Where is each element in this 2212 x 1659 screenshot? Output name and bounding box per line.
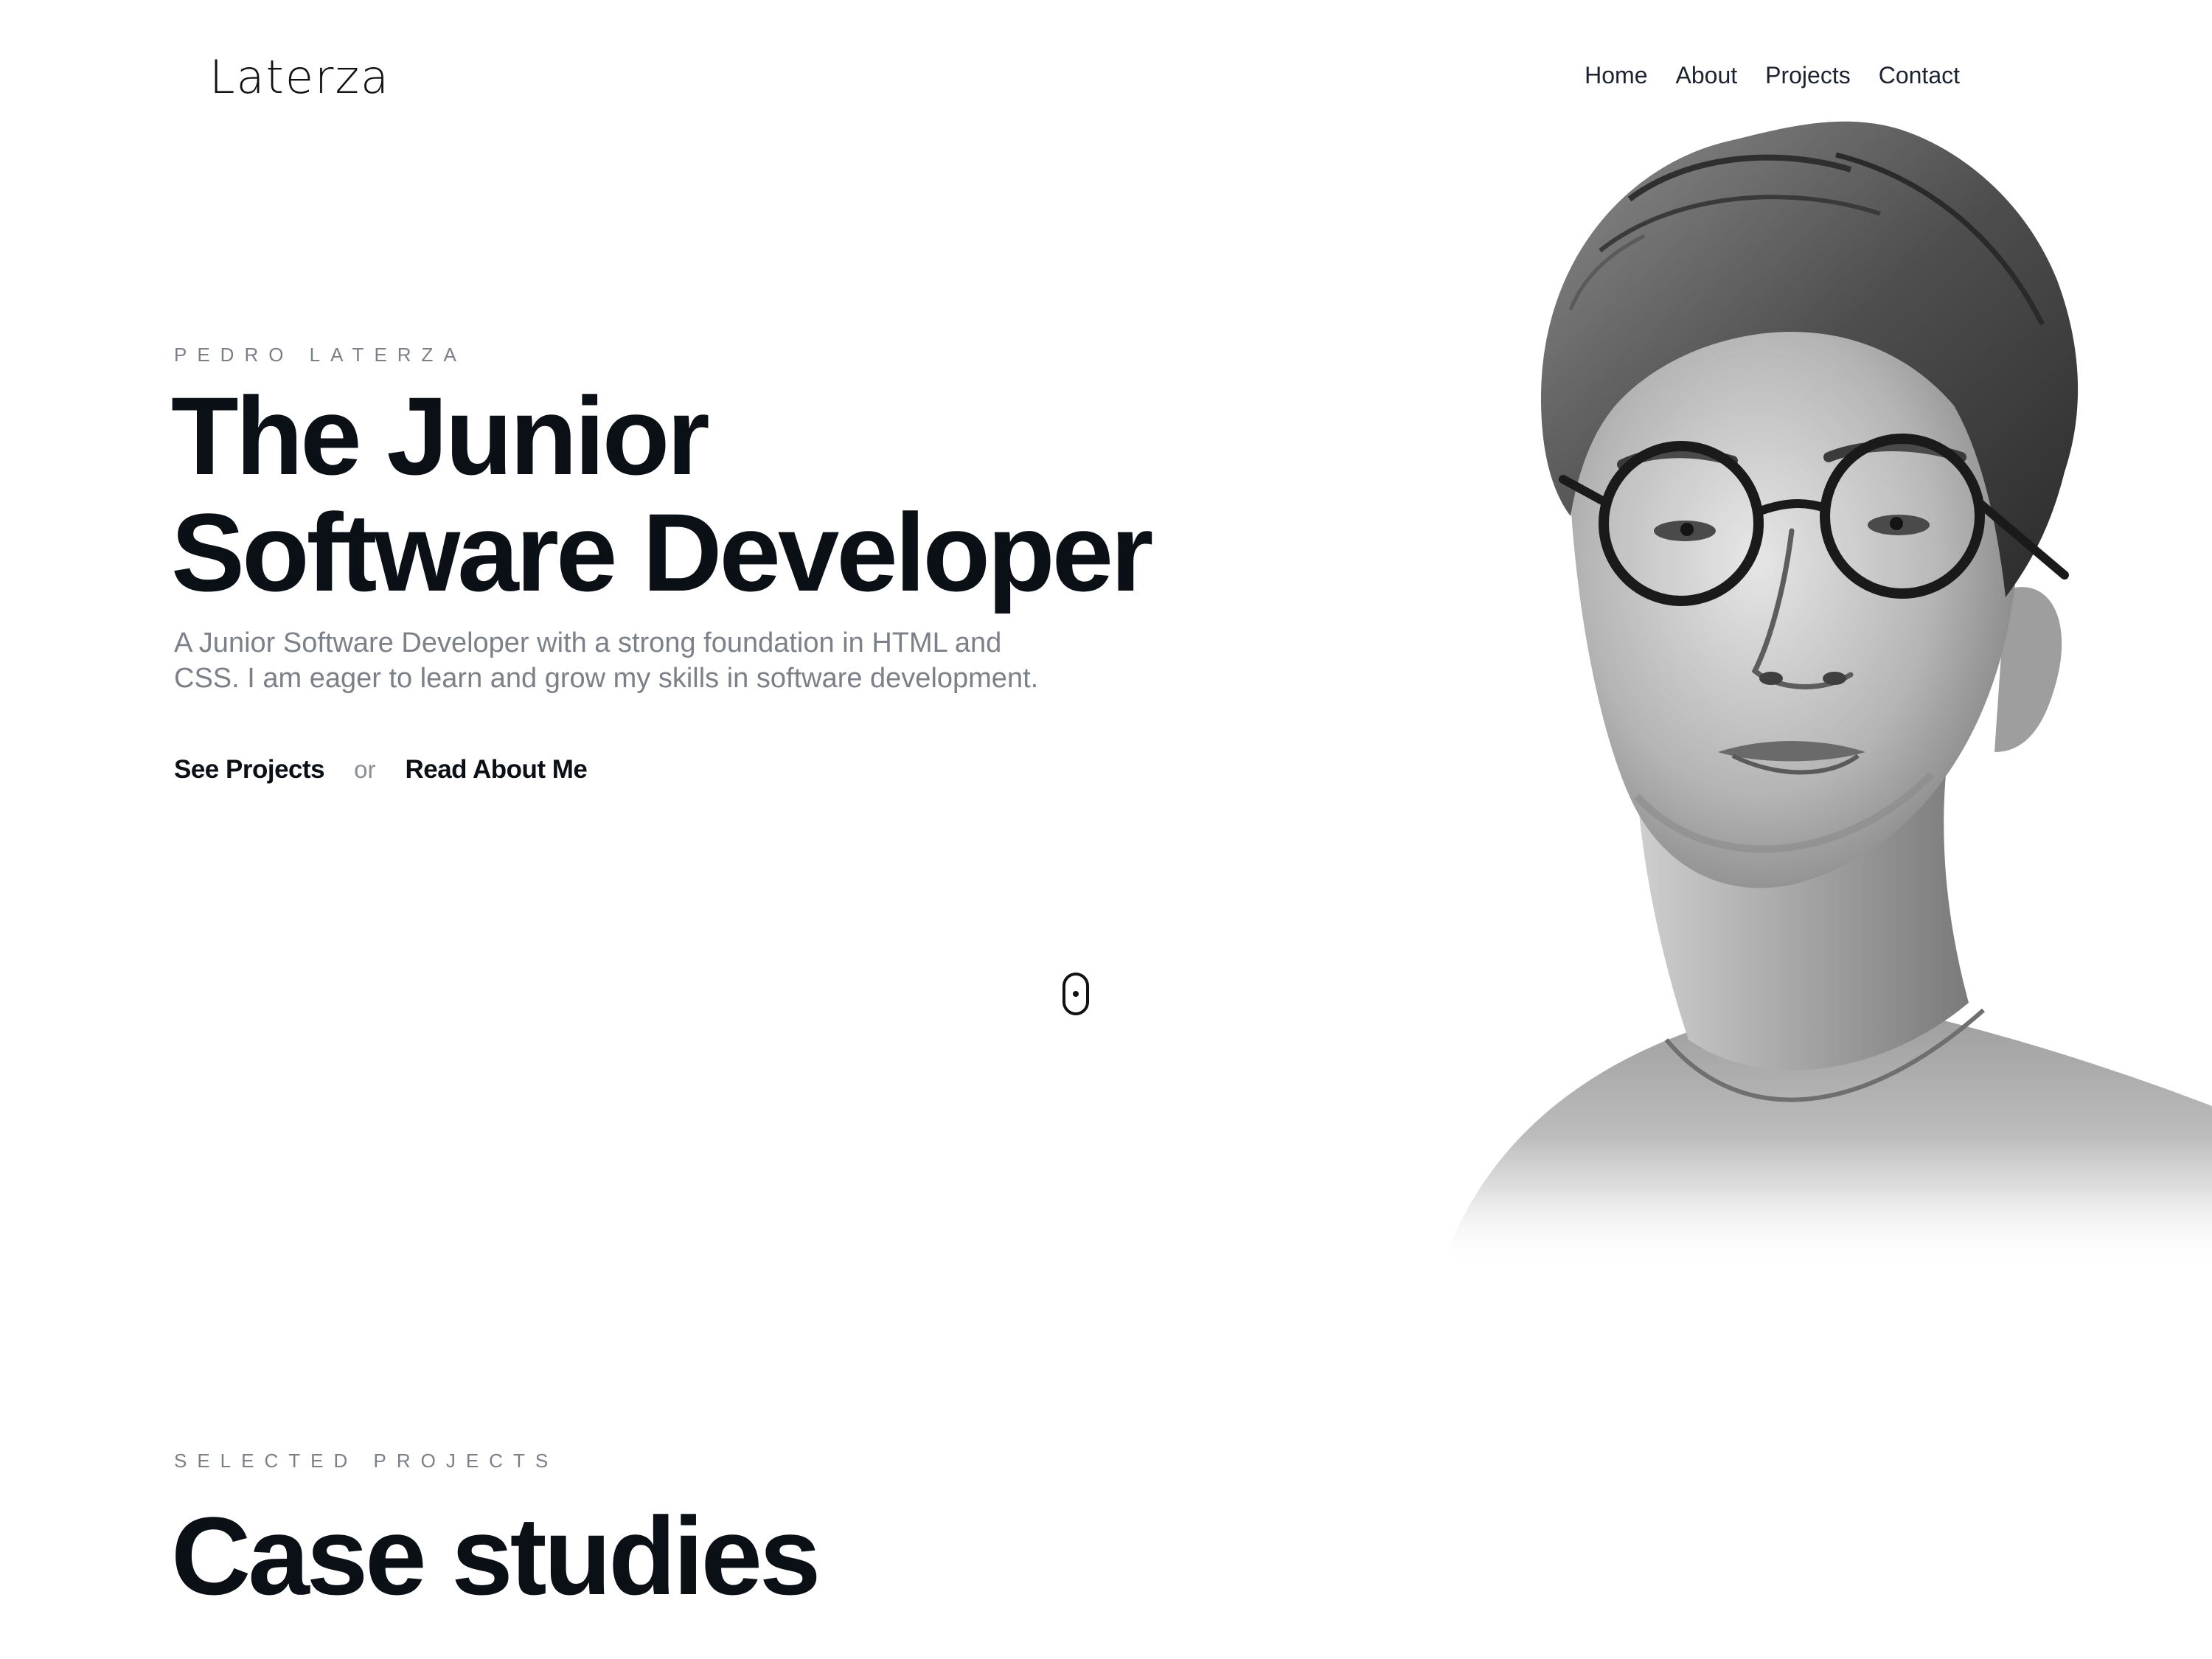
hero-title-line-1: The Junior: [171, 374, 710, 498]
see-projects-link[interactable]: See Projects: [174, 757, 325, 782]
projects-section-title: Case studies: [171, 1494, 821, 1618]
portrait-illustration: [1320, 88, 2212, 1268]
main-nav: Home About Projects Contact: [1585, 63, 1960, 87]
hero-title: The Junior Software Developer: [171, 378, 1153, 614]
projects-eyebrow: SELECTED PROJECTS: [174, 1450, 559, 1472]
site-logo[interactable]: Laterza: [209, 55, 390, 100]
nav-item-projects[interactable]: Projects: [1765, 63, 1851, 87]
nav-item-home[interactable]: Home: [1585, 63, 1647, 87]
hero-cta-row: See Projects or Read About Me: [174, 756, 588, 783]
mouse-scroll-icon[interactable]: [1062, 972, 1090, 1016]
nav-item-about[interactable]: About: [1676, 63, 1738, 87]
hero-title-line-2: Software Developer: [171, 490, 1153, 614]
hero-description: A Junior Software Developer with a stron…: [174, 627, 1039, 694]
hero-eyebrow: PEDRO LATERZA: [174, 344, 467, 366]
nav-item-contact[interactable]: Contact: [1879, 63, 1960, 87]
read-about-me-link[interactable]: Read About Me: [405, 757, 587, 782]
cta-separator: or: [354, 756, 376, 783]
